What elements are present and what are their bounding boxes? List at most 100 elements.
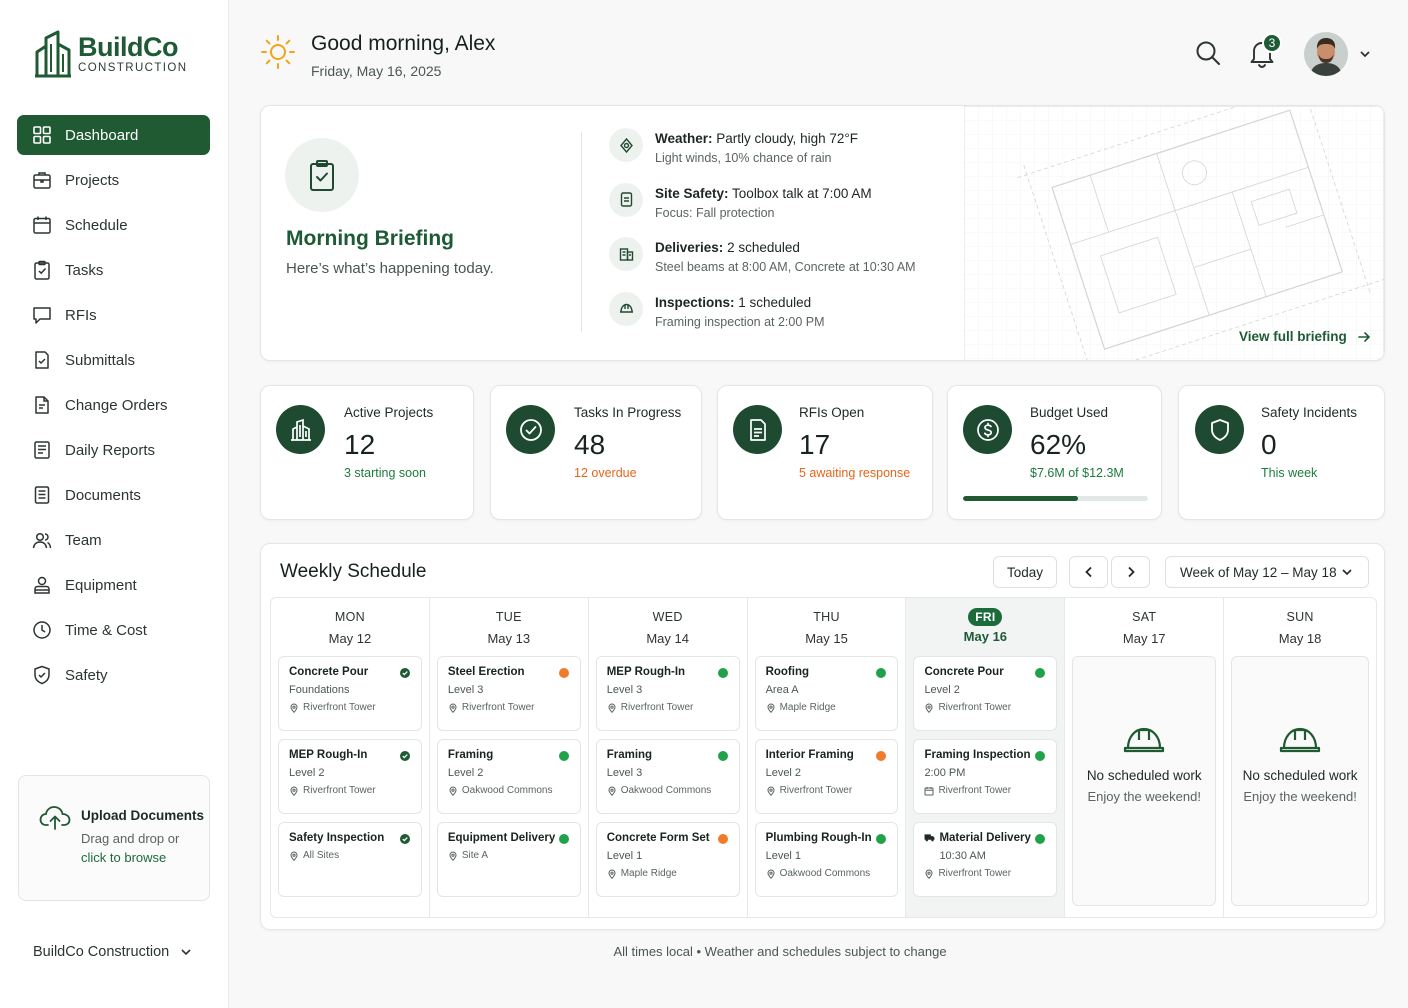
search-icon[interactable] — [1195, 40, 1221, 66]
divider — [581, 132, 582, 332]
event-location: Riverfront Tower — [924, 868, 1046, 879]
weather-value: Partly cloudy, high 72°F — [716, 131, 858, 146]
schedule-event[interactable]: Concrete Pour Foundations Riverfront Tower — [278, 656, 422, 731]
empty-day-placeholder: No scheduled work Enjoy the weekend! — [1231, 656, 1370, 906]
schedule-event[interactable]: Equipment Delivery Site A — [436, 822, 581, 897]
stat-card-tasks[interactable]: Tasks In Progress 48 12 overdue — [490, 385, 702, 520]
week-selector[interactable]: Week of May 12 – May 18 — [1165, 556, 1369, 588]
schedule-event[interactable]: Framing Inspection 2:00 PM Riverfront Towe… — [913, 739, 1058, 814]
schedule-grid: MON May 12 Concrete Pour Foundations Riverfr… — [270, 597, 1377, 918]
chat-icon — [33, 307, 51, 324]
sidebar-item-time-cost[interactable]: Time & Cost — [17, 610, 210, 650]
weekly-schedule-card: Weekly Schedule Today Week of May 12 – M… — [260, 543, 1385, 930]
schedule-event[interactable]: Plumbing Rough-In Level 1 Oakwood Commons — [754, 822, 899, 897]
stat-card-safety[interactable]: Safety Incidents 0 This week — [1178, 385, 1385, 520]
sidebar-item-daily-reports[interactable]: Daily Reports — [17, 430, 210, 470]
sidebar-item-tasks[interactable]: Tasks — [17, 250, 210, 290]
schedule-event[interactable]: Material Delivery 10:30 AM Riverfront Towe… — [913, 822, 1058, 897]
sidebar-item-team[interactable]: Team — [17, 520, 210, 560]
empty-subtitle: Enjoy the weekend! — [1243, 789, 1357, 804]
chevron-down-icon[interactable] — [1358, 47, 1372, 61]
shield-icon — [1210, 418, 1229, 441]
event-location-label: Oakwood Commons — [620, 785, 712, 796]
buildings-icon — [290, 418, 311, 441]
view-full-briefing-link[interactable]: View full briefing — [1239, 329, 1371, 344]
briefing-item-safety: Site Safety: Toolbox talk at 7:00 AM Foc… — [609, 182, 1029, 238]
stat-icon-circle — [1195, 405, 1244, 454]
event-title: Material Delivery — [939, 832, 1031, 844]
greeting: Good morning, Alex — [311, 32, 496, 55]
schedule-event[interactable]: MEP Rough-In Level 3 Riverfront Tower — [595, 656, 740, 731]
view-briefing-label: View full briefing — [1239, 329, 1347, 344]
sidebar-item-submittals[interactable]: Submittals — [17, 340, 210, 380]
location-pin-icon — [608, 868, 616, 879]
event-location-label: Oakwood Commons — [779, 868, 871, 879]
schedule-event[interactable]: Interior Framing Level 2 Riverfront Tower — [754, 739, 899, 814]
company-switcher[interactable]: BuildCo Construction — [33, 944, 193, 960]
day-column-sat: SAT May 17 No scheduled work Enjoy the week… — [1065, 598, 1225, 917]
upload-dropzone[interactable]: Upload Documents Drag and drop or click … — [18, 775, 210, 901]
grid-icon — [33, 126, 51, 144]
brand-logo[interactable]: BuildCo CONSTRUCTION — [34, 30, 187, 78]
document-icon — [749, 418, 766, 441]
schedule-event[interactable]: Framing Level 2 Oakwood Commons — [436, 739, 581, 814]
check-circle-icon — [519, 418, 542, 441]
location-pin-icon — [608, 702, 616, 713]
briefing-item-deliveries: Deliveries: 2 scheduled Steel beams at 8… — [609, 237, 1029, 292]
dollar-circle-icon — [976, 418, 999, 441]
browse-link[interactable]: click to browse — [81, 848, 204, 867]
avatar[interactable] — [1304, 32, 1348, 76]
hardhat-icon — [1279, 727, 1321, 753]
schedule-event[interactable]: Framing Level 3 Oakwood Commons — [595, 739, 740, 814]
stat-card-budget[interactable]: Budget Used 62% $7.6M of $12.3M — [947, 385, 1162, 520]
equipment-icon — [34, 576, 50, 594]
day-header: WED May 14 — [589, 598, 747, 656]
day-header: MON May 12 — [271, 598, 429, 656]
schedule-event[interactable]: Steel Erection Level 3 Riverfront Tower — [436, 656, 581, 731]
check-circle-icon — [399, 668, 410, 678]
brand-subtitle: CONSTRUCTION — [78, 62, 188, 74]
sidebar-item-equipment[interactable]: Equipment — [17, 565, 210, 605]
schedule-event[interactable]: Roofing Area A Maple Ridge — [754, 656, 899, 731]
stat-card-active-projects[interactable]: Active Projects 12 3 starting soon — [260, 385, 474, 520]
schedule-event[interactable]: Safety Inspection All Sites — [278, 822, 422, 897]
sidebar-item-safety[interactable]: Safety — [17, 655, 210, 695]
event-detail: Level 3 — [606, 684, 643, 696]
day-column-tue: TUE May 13 Steel Erection Level 3 Riverfront… — [430, 598, 589, 917]
safety-label: Site Safety: — [655, 185, 729, 201]
sidebar-item-documents[interactable]: Documents — [17, 475, 210, 515]
event-title: Framing — [447, 749, 494, 761]
stat-card-rfis[interactable]: RFIs Open 17 5 awaiting response — [717, 385, 933, 520]
stat-value: 62% — [1030, 429, 1087, 460]
event-detail: 10:30 AM — [939, 850, 986, 862]
sidebar-item-schedule[interactable]: Schedule — [17, 205, 210, 245]
event-title: Concrete Pour — [289, 666, 369, 678]
weather-detail: Light winds, 10% chance of rain — [655, 151, 832, 165]
arrow-right-icon — [1357, 331, 1370, 342]
sidebar-item-dashboard[interactable]: Dashboard — [17, 115, 210, 155]
chevron-down-icon — [181, 949, 191, 956]
deliveries-label: Deliveries: — [655, 240, 724, 255]
briefing-list: Weather: Partly cloudy, high 72°F Light … — [609, 128, 1029, 346]
today-button[interactable]: Today — [993, 556, 1057, 588]
sidebar-item-projects[interactable]: Projects — [17, 160, 210, 200]
deliveries-value: 2 scheduled — [727, 240, 800, 255]
event-location: Riverfront Tower — [924, 785, 1046, 796]
schedule-event[interactable]: MEP Rough-In Level 2 Riverfront Tower — [278, 739, 422, 814]
event-location-label: Maple Ridge — [779, 702, 836, 713]
location-pin-icon — [767, 785, 775, 796]
sidebar-item-change-orders[interactable]: Change Orders — [17, 385, 210, 425]
stat-note: 3 starting soon — [344, 466, 426, 480]
stat-label: Safety Incidents — [1261, 405, 1358, 420]
schedule-event[interactable]: Concrete Form Set Level 1 Maple Ridge — [595, 822, 740, 897]
sidebar-item-rfis[interactable]: RFIs — [17, 295, 210, 335]
event-location-label: Riverfront Tower — [461, 702, 535, 713]
event-location-label: Riverfront Tower — [938, 868, 1012, 879]
stat-label: Budget Used — [1030, 405, 1109, 420]
sidebar-item-label: Documents — [65, 486, 141, 504]
schedule-event[interactable]: Concrete Pour Level 2 Riverfront Tower — [913, 656, 1058, 731]
prev-week-button[interactable] — [1069, 556, 1108, 588]
next-week-button[interactable] — [1111, 556, 1150, 588]
day-column-wed: WED May 14 MEP Rough-In Level 3 Riverfront T… — [589, 598, 748, 917]
event-title: Equipment Delivery — [447, 832, 556, 844]
